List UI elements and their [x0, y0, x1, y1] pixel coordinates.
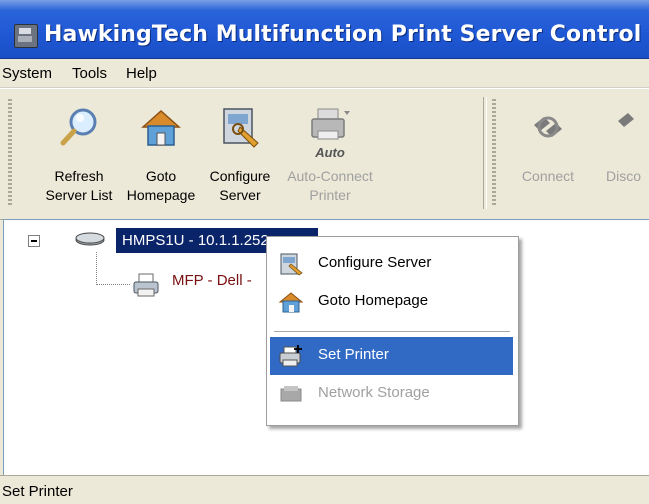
tree-printer-node[interactable]: MFP - Dell - — [172, 272, 252, 289]
configure-server-icon — [280, 253, 303, 276]
auto-connect-printer-label: Auto-Connect Printer — [287, 168, 373, 203]
context-menu: Configure Server Goto Homepage Set Print… — [266, 236, 519, 426]
goto-homepage-button[interactable]: Goto Homepage — [122, 95, 200, 213]
menu-bar: System Tools Help — [0, 59, 649, 88]
disconnect-button[interactable]: Disco — [596, 95, 649, 213]
disconnect-label: Disco — [606, 168, 642, 184]
goto-homepage-label: Goto Homepage — [126, 168, 196, 203]
tree-collapse-toggle[interactable] — [28, 235, 40, 247]
set-printer-icon — [279, 345, 302, 367]
tree-connector-vertical — [96, 252, 97, 285]
app-icon[interactable] — [14, 24, 38, 48]
menu-item-goto-homepage[interactable]: Goto Homepage — [270, 283, 513, 321]
connect-label: Connect — [521, 168, 575, 184]
menu-item-configure-server[interactable]: Configure Server — [270, 245, 513, 283]
auto-printer-icon — [311, 108, 350, 140]
refresh-server-list-button[interactable]: Refresh Server List — [38, 95, 120, 213]
title-bar[interactable]: HawkingTech Multifunction Print Server C… — [0, 0, 649, 59]
toolbar-grip-secondary[interactable] — [492, 99, 496, 207]
network-storage-icon — [280, 386, 302, 402]
home-icon — [141, 109, 181, 146]
menu-help[interactable]: Help — [126, 65, 157, 82]
printer-icon — [133, 273, 159, 297]
disconnect-icon — [618, 113, 634, 127]
context-menu-separator — [274, 331, 510, 332]
auto-connect-printer-button[interactable]: Auto Auto-Connect Printer — [282, 95, 378, 213]
connect-button[interactable]: Connect — [508, 95, 588, 213]
set-printer-menu-label: Set Printer — [318, 346, 389, 363]
menu-item-network-storage[interactable]: Network Storage — [270, 375, 513, 413]
toolbar-separator — [483, 97, 487, 209]
toolbar-grip[interactable] — [8, 99, 12, 207]
tree-connector-horizontal — [96, 284, 130, 285]
menu-tools[interactable]: Tools — [72, 65, 107, 82]
configure-server-menu-label: Configure Server — [318, 254, 432, 271]
status-bar: Set Printer — [0, 475, 649, 504]
toolbar: Refresh Server List Goto Homepage Config… — [0, 88, 649, 220]
refresh-server-list-label: Refresh Server List — [45, 168, 113, 203]
configure-server-label: Configure Server — [209, 168, 271, 203]
menu-system[interactable]: System — [2, 65, 52, 82]
window-title: HawkingTech Multifunction Print Server C… — [44, 22, 649, 47]
menu-item-set-printer[interactable]: Set Printer — [270, 337, 513, 375]
configure-server-icon — [223, 108, 259, 148]
configure-server-button[interactable]: Configure Server — [200, 95, 280, 213]
goto-homepage-menu-label: Goto Homepage — [318, 292, 429, 309]
application-window: HawkingTech Multifunction Print Server C… — [0, 0, 649, 504]
auto-overlay-text: Auto — [315, 145, 345, 160]
home-icon — [278, 292, 304, 313]
print-server-icon — [75, 232, 105, 246]
network-storage-menu-label: Network Storage — [318, 384, 430, 401]
magnifier-icon — [60, 108, 97, 146]
status-text: Set Printer — [2, 483, 73, 500]
connect-icon — [534, 116, 562, 138]
